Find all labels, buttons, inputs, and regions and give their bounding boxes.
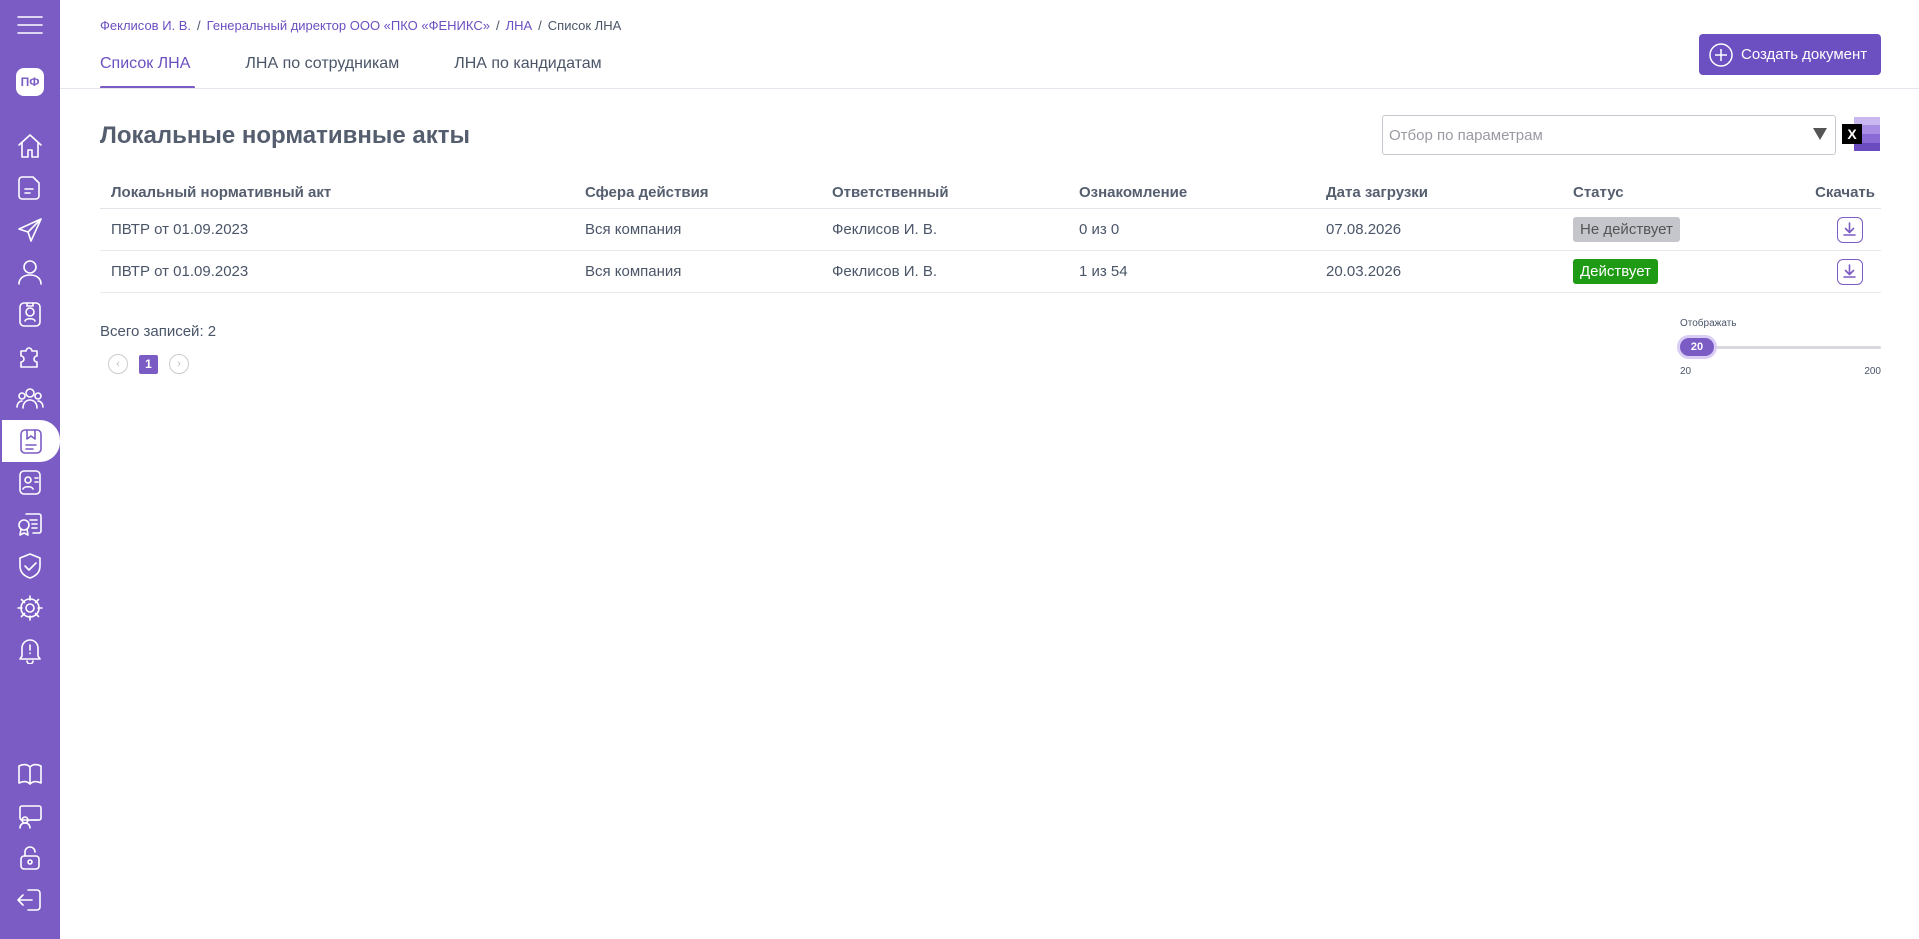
excel-export-button[interactable]: X	[1842, 117, 1880, 151]
training-icon[interactable]	[0, 796, 60, 836]
cell-act-name[interactable]: ПВТР от 01.09.2023	[100, 263, 574, 280]
breadcrumb-current: Список ЛНА	[547, 18, 622, 33]
badge-icon[interactable]	[0, 294, 60, 334]
table-row[interactable]: ПВТР от 01.09.2023 Вся компания Феклисов…	[100, 251, 1881, 293]
breadcrumb-item[interactable]: Феклисов И. В.	[100, 18, 191, 33]
logout-icon[interactable]	[0, 880, 60, 920]
caret-down-icon[interactable]	[1813, 128, 1827, 140]
excel-x-mark: X	[1842, 124, 1862, 144]
team-icon[interactable]	[0, 378, 60, 418]
cell-acquaintance: 0 из 0	[1079, 221, 1120, 238]
gear-icon[interactable]	[0, 588, 60, 628]
page-size-label: Отображать	[1680, 318, 1737, 329]
cell-scope: Вся компания	[585, 221, 682, 238]
regulation-icon[interactable]	[2, 420, 60, 462]
create-document-button[interactable]: Создать документ	[1699, 34, 1881, 75]
puzzle-icon[interactable]	[0, 336, 60, 376]
create-document-label: Создать документ	[1741, 46, 1868, 63]
column-header-status[interactable]: Статус	[1562, 184, 1802, 201]
cell-upload-date: 07.08.2026	[1326, 221, 1402, 238]
slider-thumb[interactable]: 20	[1680, 338, 1714, 356]
menu-icon[interactable]	[0, 5, 60, 45]
breadcrumb: Феклисов И. В. / Генеральный директор ООО …	[100, 18, 622, 33]
table-header: Локальный нормативный акт Сфера действия…	[100, 176, 1881, 209]
cell-act-name[interactable]: ПВТР от 01.09.2023	[100, 221, 574, 238]
bell-icon[interactable]	[0, 630, 60, 670]
page-number[interactable]: 1	[139, 354, 158, 374]
column-header-acquaintance[interactable]: Ознакомление	[1068, 184, 1315, 201]
send-icon[interactable]	[0, 210, 60, 250]
shield-icon[interactable]	[0, 546, 60, 586]
page-title: Локальные нормативные акты	[100, 122, 471, 149]
home-icon[interactable]	[0, 126, 60, 166]
cell-acquaintance: 1 из 54	[1079, 263, 1128, 280]
cell-responsible: Феклисов И. В.	[832, 221, 938, 238]
contact-icon[interactable]	[0, 462, 60, 502]
chevron-left-icon[interactable]: ‹	[108, 354, 128, 374]
lock-icon[interactable]	[0, 838, 60, 878]
status-badge: Не действует	[1573, 217, 1680, 242]
document-icon[interactable]	[0, 168, 60, 208]
total-records: Всего записей: 2	[100, 323, 217, 340]
sidebar: ПФ	[0, 0, 60, 939]
column-header-act[interactable]: Локальный нормативный акт	[100, 184, 574, 201]
slider-max: 200	[1864, 366, 1881, 377]
page-size-slider[interactable]: Отображать 20 20 200	[1680, 318, 1881, 378]
chevron-right-icon[interactable]: ›	[169, 354, 189, 374]
plus-circle-icon	[1709, 42, 1733, 67]
filter-select[interactable]	[1382, 115, 1836, 155]
filter-input[interactable]	[1383, 116, 1783, 154]
slider-min: 20	[1680, 366, 1692, 377]
tabs: Список ЛНА ЛНА по сотрудникам ЛНА по кан…	[100, 55, 657, 89]
breadcrumb-item[interactable]: Генеральный директор ООО «ПКО «ФЕНИКС»	[207, 18, 490, 33]
certificate-icon[interactable]	[0, 504, 60, 544]
cell-responsible: Феклисов И. В.	[832, 263, 938, 280]
tab-lna-list[interactable]: Список ЛНА	[100, 55, 196, 89]
status-badge: Действует	[1573, 259, 1658, 284]
column-header-upload-date[interactable]: Дата загрузки	[1315, 184, 1562, 201]
download-icon[interactable]	[1837, 216, 1863, 243]
tab-lna-candidates[interactable]: ЛНА по кандидатам	[454, 55, 601, 89]
table-row[interactable]: ПВТР от 01.09.2023 Вся компания Феклисов…	[100, 209, 1881, 251]
download-icon[interactable]	[1837, 258, 1863, 285]
column-header-responsible[interactable]: Ответственный	[821, 184, 1068, 201]
breadcrumb-item[interactable]: ЛНА	[506, 18, 533, 33]
cell-scope: Вся компания	[585, 263, 682, 280]
user-icon[interactable]	[0, 252, 60, 292]
avatar-initials: ПФ	[20, 75, 40, 89]
tab-lna-employees[interactable]: ЛНА по сотрудникам	[245, 55, 399, 89]
lna-table: Локальный нормативный акт Сфера действия…	[100, 176, 1881, 293]
column-header-scope[interactable]: Сфера действия	[574, 184, 821, 201]
avatar[interactable]: ПФ	[16, 68, 44, 96]
book-icon[interactable]	[0, 754, 60, 794]
cell-upload-date: 20.03.2026	[1326, 263, 1402, 280]
header-divider	[60, 88, 1919, 89]
column-header-download: Скачать	[1815, 183, 1875, 201]
pagination: ‹ 1 ›	[108, 354, 189, 374]
